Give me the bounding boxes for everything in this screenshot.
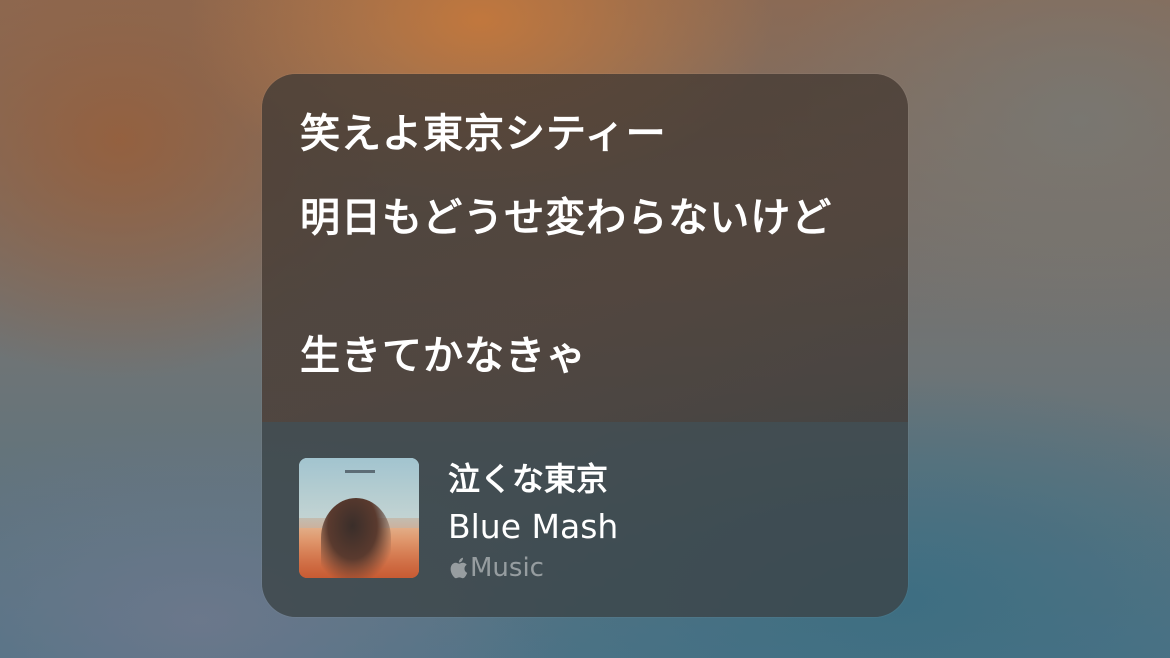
- lyrics-share-card[interactable]: 笑えよ東京シティー 明日もどうせ変わらないけど 生きてかなきゃ 泣くな東京 Bl…: [262, 74, 908, 617]
- apple-music-badge: Music: [448, 552, 544, 584]
- track-info-bar[interactable]: 泣くな東京 Blue Mash Music: [262, 422, 908, 617]
- lyrics-section: 笑えよ東京シティー 明日もどうせ変わらないけど 生きてかなきゃ: [262, 74, 908, 422]
- track-title: 泣くな東京: [448, 460, 609, 498]
- lyric-line-2: 明日もどうせ変わらないけど: [300, 195, 833, 241]
- lyric-line-1: 笑えよ東京シティー: [300, 111, 667, 157]
- track-artist: Blue Mash: [448, 507, 619, 546]
- lyric-line-3: 生きてかなきゃ: [300, 333, 587, 379]
- artwork-figure: [321, 498, 391, 578]
- service-label: Music: [470, 553, 544, 583]
- apple-logo-icon: [450, 557, 468, 579]
- artwork-title-mark: [345, 470, 375, 473]
- album-artwork[interactable]: [299, 458, 419, 578]
